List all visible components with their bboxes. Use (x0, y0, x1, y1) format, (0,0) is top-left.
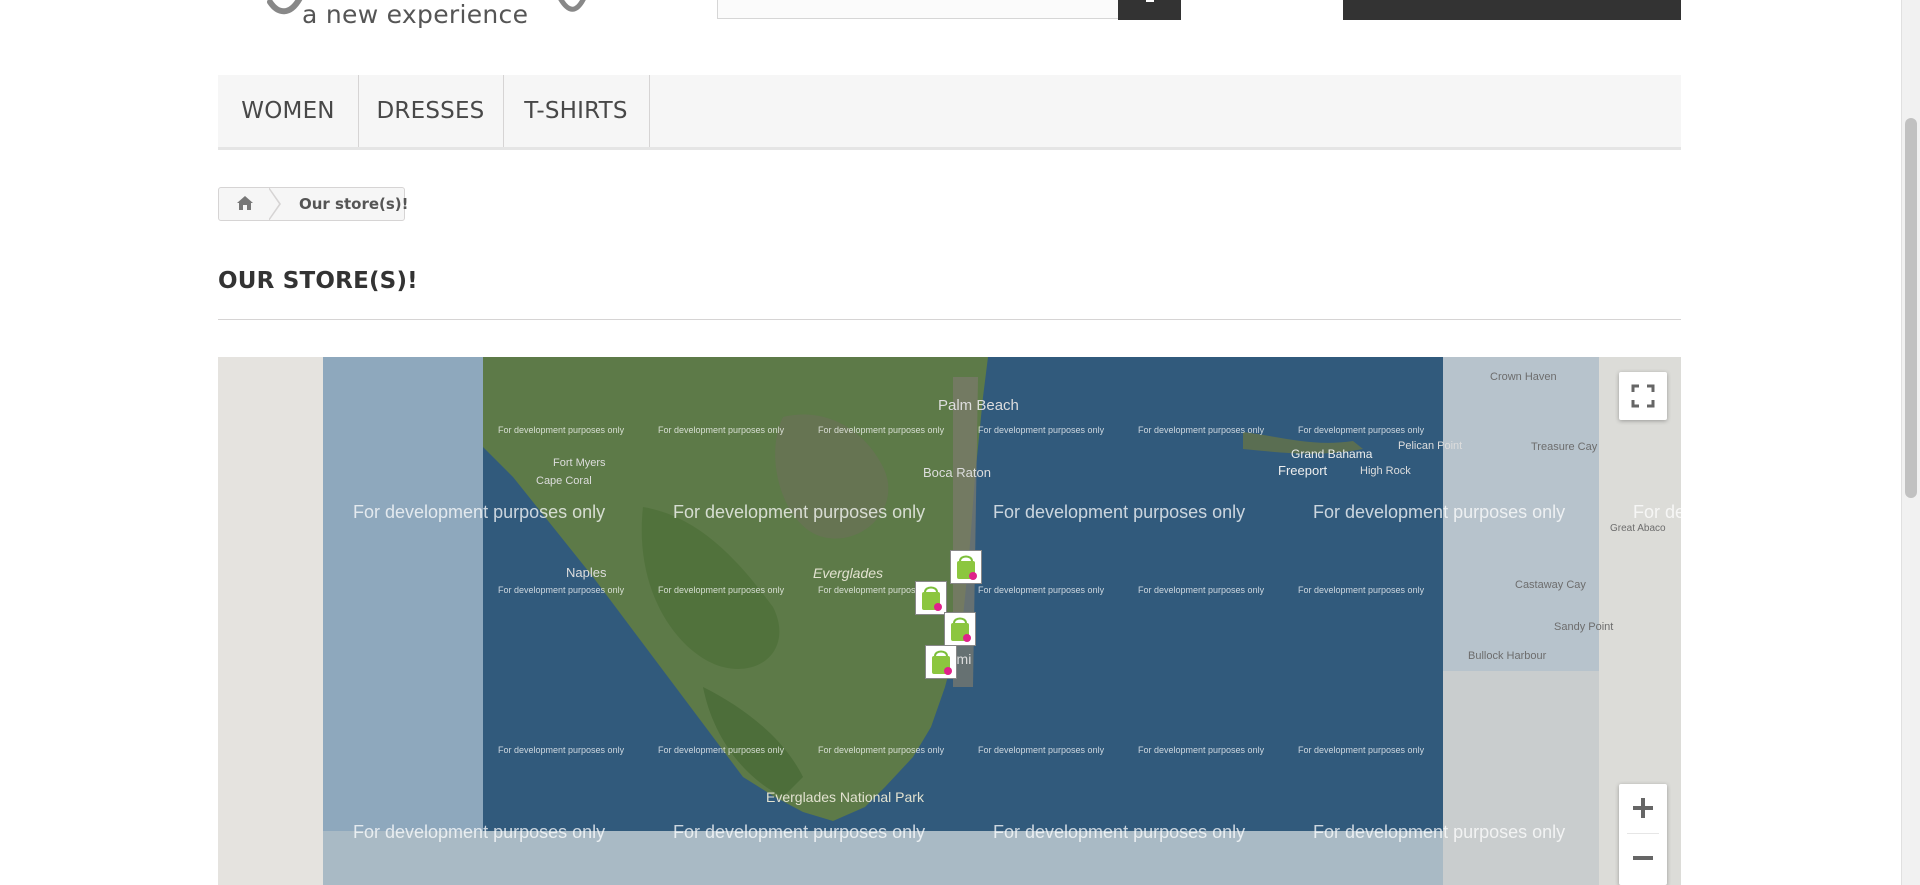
place-pelican-point: Pelican Point (1398, 440, 1463, 452)
menu-item-t-shirts[interactable]: T-SHIRTS (503, 75, 650, 147)
fullscreen-button[interactable] (1619, 372, 1667, 420)
breadcrumb: Our store(s)! (218, 187, 409, 221)
store-marker[interactable] (944, 612, 976, 646)
search-input[interactable] (717, 0, 1121, 19)
title-divider (218, 319, 1681, 320)
watermark-small: For development purposes only (498, 745, 625, 755)
place-crown-haven: Crown Haven (1490, 371, 1557, 383)
search-button[interactable] (1118, 0, 1181, 20)
minus-icon (1633, 856, 1653, 860)
watermark-small: For development purposes only (818, 745, 945, 755)
place-everglades-np: Everglades National Park (766, 789, 924, 805)
watermark-small: For development purposes only (1298, 745, 1425, 755)
watermark-small: For development purposes only (658, 585, 785, 595)
place-boca-raton: Boca Raton (923, 465, 991, 480)
store-marker[interactable] (950, 550, 982, 584)
breadcrumb-home[interactable] (219, 188, 271, 220)
place-naples: Naples (566, 565, 607, 580)
store-bag-icon (957, 555, 977, 580)
watermark-small: For development purposes only (1138, 585, 1265, 595)
place-cape-coral: Cape Coral (536, 475, 592, 487)
store-bag-icon (951, 617, 971, 642)
watermark-small: For development purposes only (498, 425, 625, 435)
breadcrumb-separator-inner (268, 188, 279, 220)
map-grey-tile-left (218, 357, 323, 885)
store-marker[interactable] (915, 581, 947, 615)
scrollbar-thumb[interactable] (1905, 118, 1917, 498)
watermark: For development purposes only (353, 822, 606, 842)
page-title: OUR STORE(S)! (218, 268, 418, 294)
watermark: For development purposes only (993, 502, 1246, 522)
store-marker[interactable] (925, 645, 957, 679)
watermark: For development purposes only (993, 822, 1246, 842)
breadcrumb-current: Our store(s)! (299, 195, 409, 213)
watermark-small: For development purposes only (1138, 745, 1265, 755)
watermark: For development purposes only (673, 822, 926, 842)
place-castaway-cay: Castaway Cay (1515, 579, 1586, 591)
store-bag-icon (922, 586, 942, 611)
place-bullock-harbour: Bullock Harbour (1468, 650, 1547, 662)
place-everglades: Everglades (813, 565, 884, 581)
place-high-rock: High Rock (1360, 465, 1411, 477)
zoom-controls (1619, 784, 1667, 885)
store-bag-icon (932, 650, 952, 675)
map-bahamas-tile-lower (1443, 671, 1599, 885)
page-scrollbar[interactable] (1901, 0, 1920, 885)
watermark-small: For development purposes only (978, 745, 1105, 755)
watermark: For development purposes only (353, 502, 606, 522)
watermark-small: For development purposes only (1298, 585, 1425, 595)
store-map[interactable]: Crown Haven Grand Bahama Freeport High R… (218, 357, 1681, 885)
place-great-abaco: Great Abaco (1610, 523, 1666, 534)
plus-icon (1633, 798, 1653, 818)
watermark-small: For development purposes only (498, 585, 625, 595)
cart-button[interactable] (1343, 0, 1681, 20)
main-menu: WOMEN DRESSES T-SHIRTS (218, 75, 1681, 150)
watermark-small: For development purposes only (978, 425, 1105, 435)
watermark: For development purposes only (1313, 822, 1566, 842)
watermark: For development purposes only (1633, 502, 1681, 522)
place-sandy-point: Sandy Point (1554, 621, 1614, 633)
logo-tagline: a new experience (302, 0, 529, 29)
watermark: For development purposes only (673, 502, 926, 522)
place-fort-myers: Fort Myers (553, 457, 606, 469)
search-icon (1146, 0, 1154, 2)
place-treasure-cay: Treasure Cay (1531, 441, 1598, 453)
watermark-small: For development purposes only (818, 425, 945, 435)
place-palm-beach: Palm Beach (938, 397, 1019, 414)
place-grand-bahama: Grand Bahama (1291, 447, 1373, 461)
fullscreen-icon (1631, 384, 1655, 408)
watermark-small: For development purposes only (1298, 425, 1425, 435)
watermark: For development purposes only (1313, 502, 1566, 522)
menu-item-women[interactable]: WOMEN (218, 75, 359, 147)
zoom-out-button[interactable] (1619, 834, 1667, 882)
zoom-in-button[interactable] (1619, 784, 1667, 832)
place-freeport: Freeport (1278, 463, 1328, 478)
watermark-small: For development purposes only (1138, 425, 1265, 435)
watermark-small: For development purposes only (658, 425, 785, 435)
watermark-small: For development purposes only (978, 585, 1105, 595)
home-icon (237, 196, 253, 210)
menu-item-dresses[interactable]: DRESSES (358, 75, 504, 147)
watermark-small: For development purposes only (658, 745, 785, 755)
